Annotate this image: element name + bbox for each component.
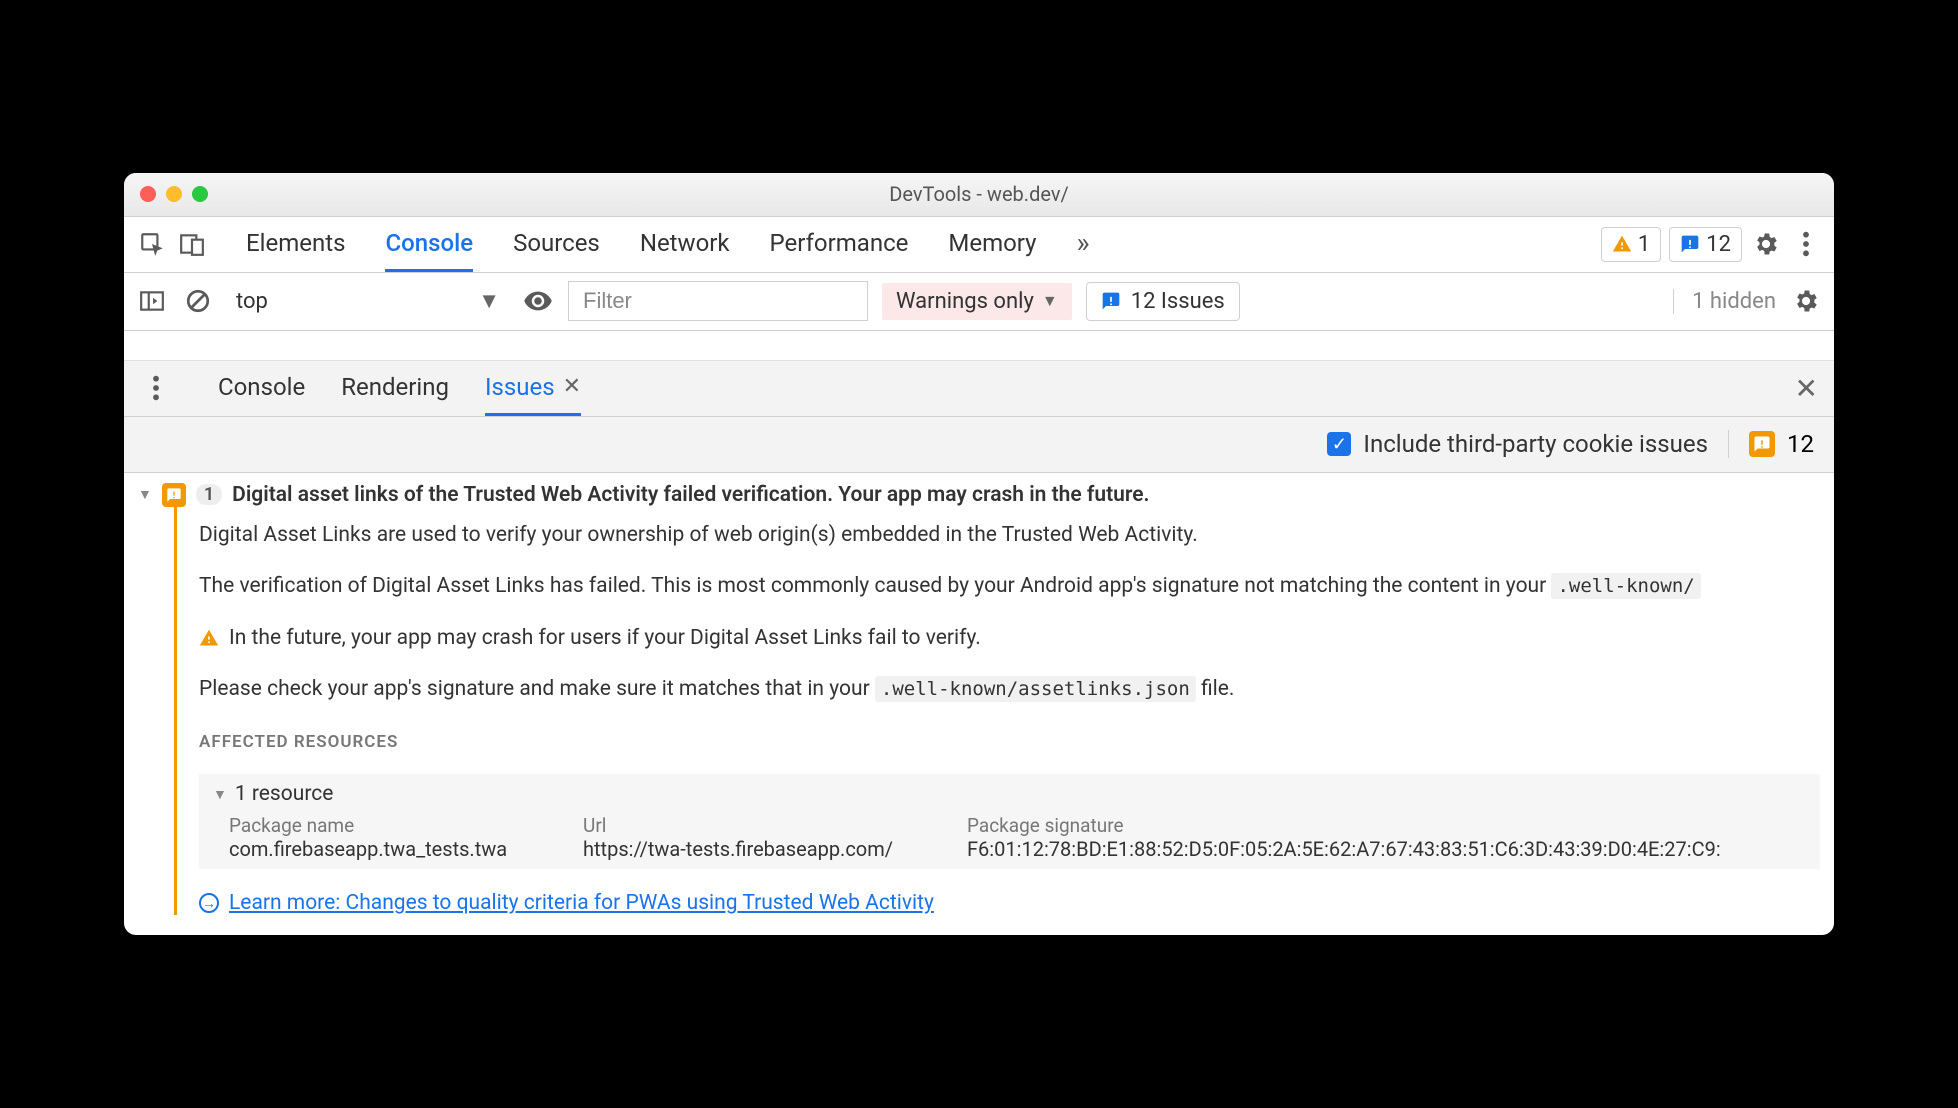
issue-paragraph-4: Please check your app's signature and ma… xyxy=(199,675,1820,704)
tab-sources[interactable]: Sources xyxy=(513,217,600,272)
drawer-more-icon[interactable] xyxy=(140,372,172,404)
issue-icon xyxy=(1101,291,1121,311)
filter-input[interactable] xyxy=(568,281,868,321)
tab-overflow[interactable]: » xyxy=(1077,217,1090,272)
issues-badge[interactable]: 12 xyxy=(1669,227,1742,262)
context-select[interactable]: top ▼ xyxy=(228,284,508,318)
tab-console[interactable]: Console xyxy=(385,217,473,272)
learn-more-row: → Learn more: Changes to quality criteri… xyxy=(199,891,1820,915)
live-expression-icon[interactable] xyxy=(522,285,554,317)
issue-title: Digital asset links of the Trusted Web A… xyxy=(232,483,1149,507)
issue-header[interactable]: ▼ 1 Digital asset links of the Trusted W… xyxy=(138,483,1820,507)
console-settings-icon[interactable] xyxy=(1790,285,1822,317)
expand-icon[interactable]: ▼ xyxy=(138,486,152,503)
tab-memory[interactable]: Memory xyxy=(948,217,1036,272)
expand-icon[interactable]: ▼ xyxy=(213,786,227,803)
main-toolbar: Elements Console Sources Network Perform… xyxy=(124,217,1834,273)
resource-count-row[interactable]: ▼ 1 resource xyxy=(213,782,1806,806)
issue-severity-icon xyxy=(162,483,186,507)
issue-icon xyxy=(1680,234,1700,254)
tab-network[interactable]: Network xyxy=(640,217,730,272)
affected-resources-block: ▼ 1 resource Package name Url Package si… xyxy=(199,774,1820,869)
warning-icon xyxy=(199,628,219,648)
header-url: Url xyxy=(583,814,943,837)
warning-icon xyxy=(1612,234,1632,254)
window-title: DevTools - web.dev/ xyxy=(124,182,1834,206)
drawer-tab-console[interactable]: Console xyxy=(218,361,305,416)
issues-panel: ▼ 1 Digital asset links of the Trusted W… xyxy=(124,473,1834,936)
hidden-count[interactable]: 1 hidden xyxy=(1673,289,1776,314)
warnings-badge[interactable]: 1 xyxy=(1601,227,1661,262)
close-tab-icon[interactable]: ✕ xyxy=(563,374,581,399)
drawer-tab-issues-label: Issues xyxy=(485,373,555,401)
issue-paragraph-2: The verification of Digital Asset Links … xyxy=(199,572,1820,601)
learn-more-link[interactable]: Learn more: Changes to quality criteria … xyxy=(229,891,934,915)
drawer-tab-issues[interactable]: Issues ✕ xyxy=(485,361,581,416)
chevron-down-icon: ▼ xyxy=(1042,291,1058,311)
issue-total-icon xyxy=(1749,431,1775,457)
issue-paragraph-1: Digital Asset Links are used to verify y… xyxy=(199,521,1820,550)
device-toolbar-icon[interactable] xyxy=(176,228,208,260)
code-path-2: .well-known/assetlinks.json xyxy=(875,676,1196,702)
issues-count: 12 xyxy=(1706,232,1731,257)
issue-body: Digital Asset Links are used to verify y… xyxy=(174,507,1820,916)
tab-elements[interactable]: Elements xyxy=(246,217,345,272)
header-package-signature: Package signature xyxy=(967,814,1806,837)
issue-paragraph-3: In the future, your app may crash for us… xyxy=(199,624,1820,653)
issues-toolbar: ✓ Include third-party cookie issues 12 xyxy=(124,417,1834,473)
log-level-value: Warnings only xyxy=(896,289,1034,314)
console-body-spacer xyxy=(124,331,1834,361)
external-link-icon: → xyxy=(199,893,219,913)
table-row: com.firebaseapp.twa_tests.twa https://tw… xyxy=(229,837,1806,861)
warnings-count: 1 xyxy=(1638,232,1650,257)
clear-console-icon[interactable] xyxy=(182,285,214,317)
drawer-tabs: Console Rendering Issues ✕ ✕ xyxy=(124,361,1834,417)
issue-total-count: 12 xyxy=(1787,430,1814,458)
issues-button[interactable]: 12 Issues xyxy=(1086,282,1240,321)
code-path-1: .well-known/ xyxy=(1551,573,1700,599)
more-icon[interactable] xyxy=(1790,228,1822,260)
affected-resources-label: AFFECTED RESOURCES xyxy=(199,732,1820,752)
issues-button-label: 12 Issues xyxy=(1131,289,1225,314)
sidebar-toggle-icon[interactable] xyxy=(136,285,168,317)
titlebar: DevTools - web.dev/ xyxy=(124,173,1834,217)
main-tabs: Elements Console Sources Network Perform… xyxy=(246,217,1090,272)
log-level-select[interactable]: Warnings only ▼ xyxy=(882,283,1072,320)
resource-table: Package name Url Package signature com.f… xyxy=(229,814,1806,861)
cell-package-signature: F6:01:12:78:BD:E1:88:52:D5:0F:05:2A:5E:6… xyxy=(967,837,1806,861)
cell-url: https://twa-tests.firebaseapp.com/ xyxy=(583,837,943,861)
inspect-element-icon[interactable] xyxy=(136,228,168,260)
console-options-bar: top ▼ Warnings only ▼ 12 Issues 1 hidden xyxy=(124,273,1834,331)
drawer-tab-rendering[interactable]: Rendering xyxy=(341,361,449,416)
settings-icon[interactable] xyxy=(1750,228,1782,260)
issue-occurrence-count: 1 xyxy=(196,484,222,505)
third-party-cookies-checkbox[interactable]: ✓ xyxy=(1327,432,1351,456)
table-header-row: Package name Url Package signature xyxy=(229,814,1806,837)
devtools-window: DevTools - web.dev/ Elements Console Sou… xyxy=(124,173,1834,936)
context-value: top xyxy=(236,289,268,314)
issue-total-group: 12 xyxy=(1728,430,1814,458)
chevron-down-icon: ▼ xyxy=(478,288,500,314)
tab-performance[interactable]: Performance xyxy=(770,217,909,272)
cell-package-name: com.firebaseapp.twa_tests.twa xyxy=(229,837,559,861)
resource-count: 1 resource xyxy=(235,782,334,806)
header-package-name: Package name xyxy=(229,814,559,837)
drawer-close-icon[interactable]: ✕ xyxy=(1795,372,1818,405)
third-party-cookies-label: Include third-party cookie issues xyxy=(1363,430,1708,458)
status-badges: 1 12 xyxy=(1601,227,1742,262)
